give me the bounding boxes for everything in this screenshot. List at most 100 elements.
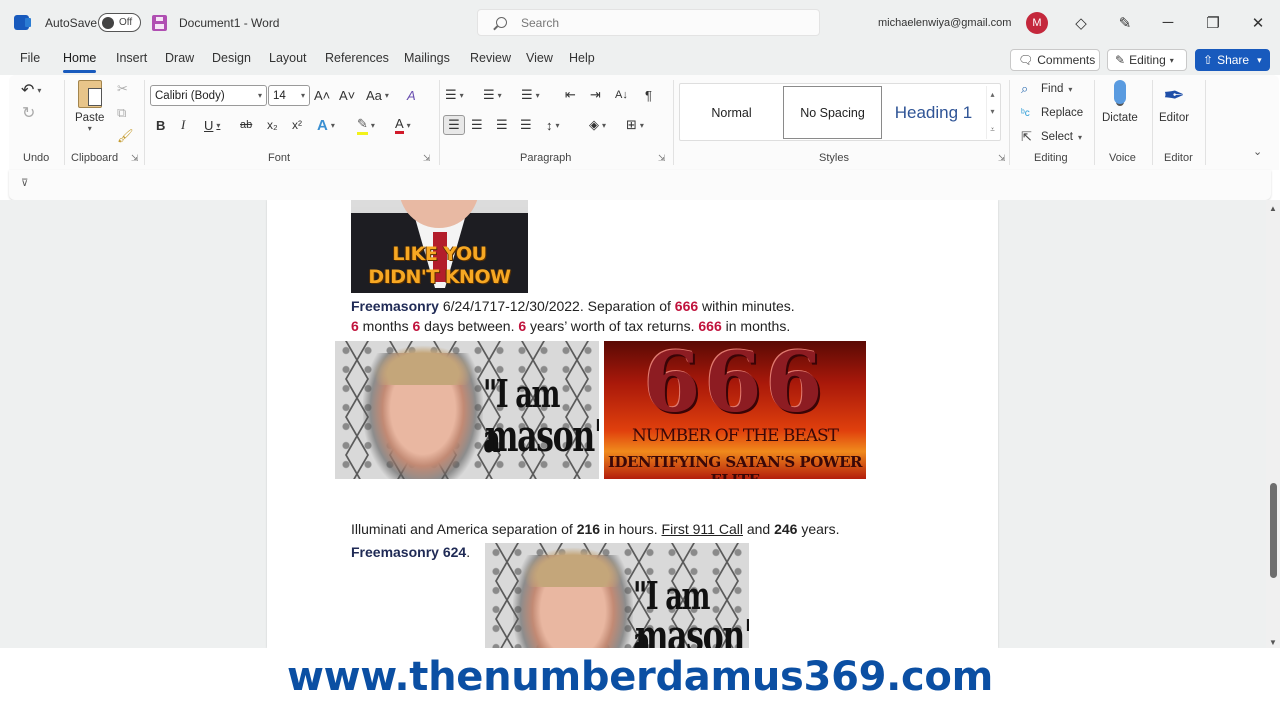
style-normal[interactable]: Normal — [682, 86, 781, 139]
ribbon-tabs: File Home Insert Draw Design Layout Refe… — [0, 45, 1280, 75]
image-i-am-a-mason[interactable]: "I am a mason" — [485, 543, 749, 648]
image-i-am-a-mason[interactable]: "I am a mason" — [335, 341, 599, 479]
style-no-spacing[interactable]: No Spacing — [783, 86, 882, 139]
align-left-button[interactable]: ☰ — [443, 115, 465, 135]
align-center-button[interactable]: ☰ — [471, 115, 483, 135]
editing-mode-button[interactable]: ✎ Editing ▾ — [1107, 49, 1187, 71]
shading-button[interactable]: ◈ ▾ — [589, 115, 606, 135]
font-name-select[interactable]: Calibri (Body) ▾ — [150, 85, 267, 106]
vertical-scrollbar[interactable]: ▲ ▼ — [1266, 200, 1280, 648]
style-heading-1[interactable]: Heading 1 — [884, 86, 983, 139]
dictate-button[interactable]: Dictate — [1102, 80, 1138, 124]
line-spacing-button[interactable]: ↕ ▾ — [546, 115, 560, 135]
format-painter-button[interactable]: 🖌 — [117, 126, 134, 146]
increase-indent-button[interactable]: ⇥ — [590, 85, 601, 105]
divider — [673, 80, 674, 165]
more-styles-icon[interactable]: ⩡ — [990, 125, 995, 135]
subscript-button[interactable]: x₂ — [267, 115, 278, 135]
redo-button[interactable]: ↻ — [22, 103, 35, 123]
dialog-launcher-icon[interactable]: ⇲ — [423, 153, 431, 164]
bullets-button[interactable]: ☰ ▾ — [445, 85, 464, 105]
paste-button[interactable]: Paste ▾ — [75, 80, 104, 133]
tab-file[interactable]: File — [20, 51, 40, 71]
highlight-button[interactable]: ✎ ▾ — [357, 115, 375, 135]
customize-toolbar-icon[interactable]: ⊽ — [21, 178, 28, 189]
dialog-launcher-icon[interactable]: ⇲ — [658, 153, 666, 164]
autosave-state: Off — [119, 17, 133, 28]
tab-mailings[interactable]: Mailings — [404, 51, 450, 71]
image-trump-like-you-didnt-know[interactable]: LIKE YOU DIDN'T KNOW — [351, 200, 528, 293]
text-effects-button[interactable]: A ▾ — [317, 115, 335, 135]
grow-font-button[interactable]: A˄ — [314, 85, 330, 105]
restore-button[interactable]: ❐ — [1201, 0, 1225, 45]
tab-draw[interactable]: Draw — [165, 51, 194, 71]
image-666-number-of-the-beast[interactable]: 666 NUMBER OF THE BEAST IDENTIFYING SATA… — [604, 341, 866, 479]
strikethrough-button[interactable]: ab — [240, 115, 252, 135]
chevron-up-icon[interactable]: ▴ — [990, 90, 994, 99]
clear-formatting-button[interactable]: A — [407, 85, 416, 105]
tab-view[interactable]: View — [526, 51, 553, 71]
minimize-button[interactable]: ─ — [1156, 0, 1180, 45]
tab-insert[interactable]: Insert — [116, 51, 147, 71]
show-formatting-button[interactable]: ¶ — [645, 85, 652, 105]
tab-layout[interactable]: Layout — [269, 51, 307, 71]
scrollbar-thumb[interactable] — [1270, 483, 1277, 578]
tab-design[interactable]: Design — [212, 51, 251, 71]
find-button[interactable]: ⌕ Find ▾ — [1021, 79, 1072, 99]
collapse-ribbon-chevron-icon[interactable]: ⌄ — [1253, 145, 1262, 158]
comments-button[interactable]: 🗨 Comments — [1010, 49, 1100, 71]
save-icon[interactable] — [152, 0, 167, 45]
dialog-launcher-icon[interactable]: ⇲ — [131, 153, 139, 164]
borders-button[interactable]: ⊞ ▾ — [626, 115, 644, 135]
document-page[interactable]: LIKE YOU DIDN'T KNOW Freemasonry 6/24/17… — [267, 200, 998, 648]
font-size-select[interactable]: 14 ▾ — [268, 85, 310, 106]
avatar[interactable]: M — [1026, 0, 1048, 45]
toggle-knob — [102, 16, 114, 29]
dictate-label: Dictate — [1102, 112, 1138, 124]
superscript-button[interactable]: x² — [292, 115, 302, 135]
close-button[interactable]: ✕ — [1246, 0, 1270, 45]
shrink-font-button[interactable]: A˅ — [339, 85, 355, 105]
dialog-launcher-icon[interactable]: ⇲ — [998, 153, 1006, 164]
pen-icon[interactable]: ✎ — [1113, 0, 1137, 45]
styles-scroll[interactable]: ▴ ▾ ⩡ — [986, 86, 998, 139]
underline-button[interactable]: U ▾ — [204, 115, 220, 135]
tab-home[interactable]: Home — [63, 51, 97, 73]
website-url: www.thenumberdamus369.com — [287, 654, 993, 700]
account-email[interactable]: michaelenwiya@gmail.com — [878, 0, 1011, 45]
diamond-icon[interactable]: ◇ — [1069, 0, 1093, 45]
share-button[interactable]: ⇧ Share ▾ — [1195, 49, 1270, 71]
pencil-icon: ✎ — [1115, 53, 1126, 67]
tab-references[interactable]: References — [325, 51, 389, 71]
search-input[interactable]: Search — [477, 9, 820, 36]
image-text: mason" — [485, 411, 599, 462]
select-button[interactable]: ⇱ Select ▾ — [1021, 127, 1082, 147]
change-case-button[interactable]: Aa ▾ — [366, 85, 389, 105]
scissors-icon: ✂ — [117, 81, 128, 96]
image-caption-line: LIKE YOU — [392, 243, 487, 265]
scroll-up-icon[interactable]: ▲ — [1269, 204, 1277, 213]
multilevel-list-button[interactable]: ☰ ▾ — [521, 85, 540, 105]
font-color-button[interactable]: A ▾ — [395, 115, 411, 135]
undo-icon: ↶ — [21, 82, 35, 99]
tab-review[interactable]: Review — [470, 51, 511, 71]
italic-button[interactable]: I — [181, 115, 185, 135]
tab-help[interactable]: Help — [569, 51, 595, 71]
chevron-down-icon[interactable]: ▾ — [990, 107, 994, 116]
paragraph-line: Freemasonry 6/24/1717-12/30/2022. Separa… — [351, 298, 795, 314]
cut-button[interactable]: ✂ — [117, 79, 128, 99]
editor-button[interactable]: ✒ Editor — [1159, 78, 1189, 124]
autosave-toggle[interactable]: Off — [98, 0, 141, 45]
chevron-down-icon: ▾ — [1077, 132, 1082, 142]
justify-button[interactable]: ☰ — [520, 115, 532, 135]
decrease-indent-button[interactable]: ⇤ — [565, 85, 576, 105]
copy-button[interactable]: ⧉ — [117, 103, 126, 123]
bold-button[interactable]: B — [156, 115, 165, 135]
replace-button[interactable]: ᵇc Replace — [1021, 103, 1083, 123]
undo-button[interactable]: ↶ ▾ — [21, 80, 41, 100]
scroll-down-icon[interactable]: ▼ — [1269, 638, 1277, 647]
align-right-button[interactable]: ☰ — [496, 115, 508, 135]
autosave-label: AutoSave — [45, 15, 98, 30]
sort-button[interactable]: A↓ — [615, 85, 628, 105]
numbering-button[interactable]: ☰ ▾ — [483, 85, 502, 105]
